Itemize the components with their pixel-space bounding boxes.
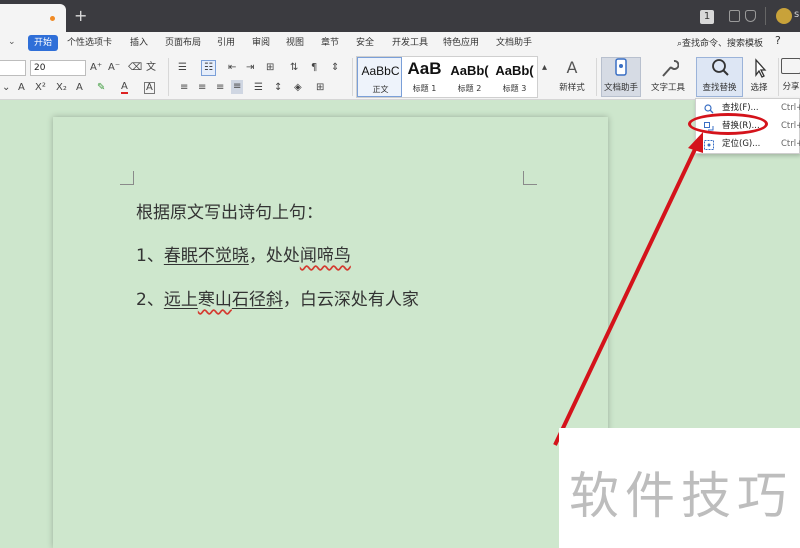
watermark-text: 软件技巧	[569, 467, 793, 525]
watermark: 软件技巧	[559, 428, 800, 548]
